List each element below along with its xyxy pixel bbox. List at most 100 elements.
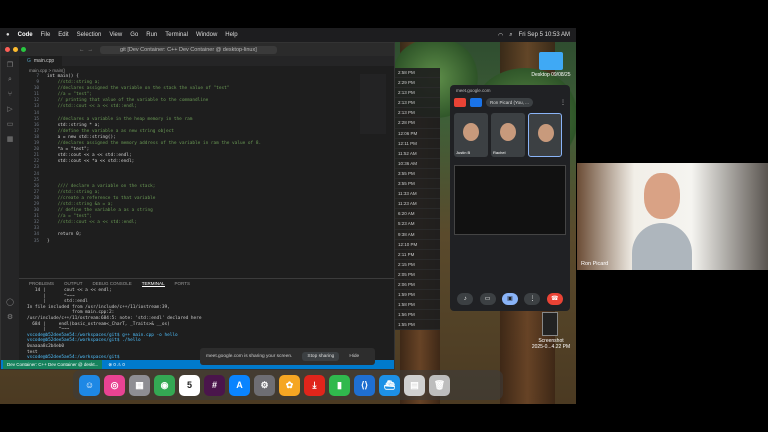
photos-icon[interactable]: ✿: [279, 374, 300, 396]
account-icon[interactable]: ◯: [6, 298, 14, 306]
menu-window[interactable]: Window: [196, 32, 217, 38]
presenter-chip[interactable]: Ron Picard (You, ...: [486, 98, 533, 107]
finder-row[interactable]: 2:05 PM: [395, 270, 440, 280]
finder-row[interactable]: 11:23 AM: [395, 199, 440, 210]
finder-row[interactable]: 2:11 PM: [395, 250, 440, 260]
extensions-icon[interactable]: ▦: [7, 135, 14, 143]
finder-icon[interactable]: ☺: [79, 374, 100, 396]
more-options-icon[interactable]: ⋮: [560, 99, 566, 106]
camera-icon[interactable]: ▭: [479, 293, 496, 305]
menu-run[interactable]: Run: [146, 32, 157, 38]
zoom-window-button[interactable]: [21, 47, 26, 52]
settings-gear-icon[interactable]: ⚙: [7, 313, 13, 321]
finder-row[interactable]: 3:55 PM: [395, 169, 440, 180]
source-control-icon[interactable]: ⑂: [8, 91, 12, 98]
participant-tiles: Justin B Rachel: [450, 109, 570, 161]
code-text: //a = "test";: [47, 92, 92, 98]
problems-count[interactable]: ⊗ 0 ⚠ 0: [108, 362, 125, 368]
menu-go[interactable]: Go: [130, 32, 138, 38]
search-icon[interactable]: ⌕: [509, 32, 512, 39]
finder-row[interactable]: 2:06 PM: [395, 280, 440, 291]
menu-terminal[interactable]: Terminal: [165, 32, 188, 38]
panel-tab-ports[interactable]: PORTS: [175, 281, 190, 286]
finder-row[interactable]: 2:13 PM: [395, 98, 440, 109]
run-debug-icon[interactable]: ▷: [7, 105, 12, 113]
finder-row[interactable]: 2:58 PM: [395, 68, 440, 79]
apple-icon[interactable]: ●: [6, 32, 10, 38]
screenshot-icon[interactable]: ◎: [104, 374, 125, 396]
wifi-icon[interactable]: ◠: [498, 32, 503, 39]
close-window-button[interactable]: [5, 47, 10, 52]
launchpad-icon[interactable]: ▦: [129, 374, 150, 396]
menu-file[interactable]: File: [41, 32, 51, 38]
participant-tile[interactable]: Rachel: [491, 113, 525, 157]
acrobat-icon[interactable]: ⤓: [304, 374, 325, 396]
numbers-icon[interactable]: ▮: [329, 374, 350, 396]
menu-selection[interactable]: Selection: [77, 32, 102, 38]
minimap[interactable]: [360, 74, 386, 134]
screenshot-file-icon[interactable]: [542, 312, 558, 336]
finder-row[interactable]: 10:36 AM: [395, 159, 440, 169]
panel-tab-output[interactable]: OUTPUT: [64, 281, 83, 286]
present-screen-icon[interactable]: ▣: [501, 293, 518, 305]
search-icon[interactable]: ⌕: [8, 76, 12, 84]
menu-view[interactable]: View: [109, 32, 122, 38]
slack-icon[interactable]: #: [204, 374, 225, 396]
finder-row[interactable]: 11:52 AM: [395, 149, 440, 159]
trash-icon[interactable]: 🗑: [429, 374, 450, 396]
hide-button[interactable]: Hide: [349, 354, 359, 359]
finder-row[interactable]: 12:11 PM: [395, 139, 440, 149]
finder-row[interactable]: 2:28 PM: [395, 118, 440, 129]
remote-explorer-icon[interactable]: ▭: [7, 120, 14, 128]
mic-icon[interactable]: ♪: [457, 293, 474, 305]
finder-row[interactable]: 2:13 PM: [395, 108, 440, 119]
finder-row[interactable]: 5:23 AM: [395, 219, 440, 230]
code-editor[interactable]: 7 int main() {9 //std::string a; 10 //decl…: [19, 74, 394, 245]
panel-tab-terminal[interactable]: TERMINAL: [141, 281, 165, 287]
menu-edit[interactable]: Edit: [58, 32, 68, 38]
finder-row[interactable]: 2:13 PM: [395, 88, 440, 99]
participant-tile[interactable]: [528, 113, 562, 157]
menu-help[interactable]: Help: [225, 32, 237, 38]
remote-indicator[interactable]: Dev Container: C++ Dev Container @ deskt…: [3, 360, 103, 369]
finder-row[interactable]: 2:29 PM: [395, 78, 440, 89]
finder-row[interactable]: 12:10 PM: [395, 240, 440, 250]
docker-icon[interactable]: ⛴: [379, 374, 400, 396]
menu-app-name[interactable]: Code: [18, 32, 33, 38]
code-line[interactable]: 35}: [19, 239, 394, 245]
finder-row[interactable]: 1:55 PM: [395, 320, 440, 331]
calendar-icon[interactable]: 5: [179, 374, 200, 396]
clock[interactable]: Fri Sep 5 10:53 AM: [519, 32, 570, 38]
finder-row[interactable]: 11:33 AM: [395, 189, 440, 200]
breadcrumb[interactable]: main.cpp > main(): [19, 66, 394, 74]
finder-row[interactable]: 3:55 PM: [395, 179, 440, 190]
finder-row[interactable]: 12:06 PM: [395, 129, 440, 139]
tab-main-cpp[interactable]: G main.cpp: [19, 56, 63, 66]
vscode-icon[interactable]: ⟨⟩: [354, 374, 375, 396]
finder-row[interactable]: 2:15 PM: [395, 260, 440, 270]
participant-tile[interactable]: Justin B: [454, 113, 488, 157]
forward-icon[interactable]: →: [88, 47, 94, 53]
command-center-search[interactable]: git [Dev Container: C++ Dev Container @ …: [100, 45, 277, 54]
finder-row[interactable]: 1:56 PM: [395, 310, 440, 321]
system-settings-icon[interactable]: ⚙: [254, 374, 275, 396]
stop-sharing-button[interactable]: Stop sharing: [302, 352, 340, 361]
finder-row[interactable]: 1:59 PM: [395, 290, 440, 301]
finder-row[interactable]: 1:58 PM: [395, 300, 440, 311]
present-icon[interactable]: [470, 98, 482, 107]
downloads-icon[interactable]: ▤: [404, 374, 425, 396]
record-icon[interactable]: [454, 98, 466, 107]
more-icon[interactable]: ⋮: [524, 293, 541, 305]
back-icon[interactable]: ←: [79, 47, 85, 53]
minimize-window-button[interactable]: [13, 47, 18, 52]
chrome-icon[interactable]: ◉: [154, 374, 175, 396]
panel-tab-problems[interactable]: PROBLEMS: [29, 281, 54, 286]
explorer-icon[interactable]: ❐: [7, 61, 13, 69]
participant-torso: [632, 223, 692, 270]
finder-row[interactable]: 9:38 AM: [395, 230, 440, 240]
hang-up-icon[interactable]: ☎: [546, 293, 563, 305]
panel-tab-debug-console[interactable]: DEBUG CONSOLE: [93, 281, 132, 286]
app-store-icon[interactable]: A: [229, 374, 250, 396]
desktop-folder-icon[interactable]: [539, 52, 563, 70]
finder-row[interactable]: 6:20 AM: [395, 209, 440, 220]
